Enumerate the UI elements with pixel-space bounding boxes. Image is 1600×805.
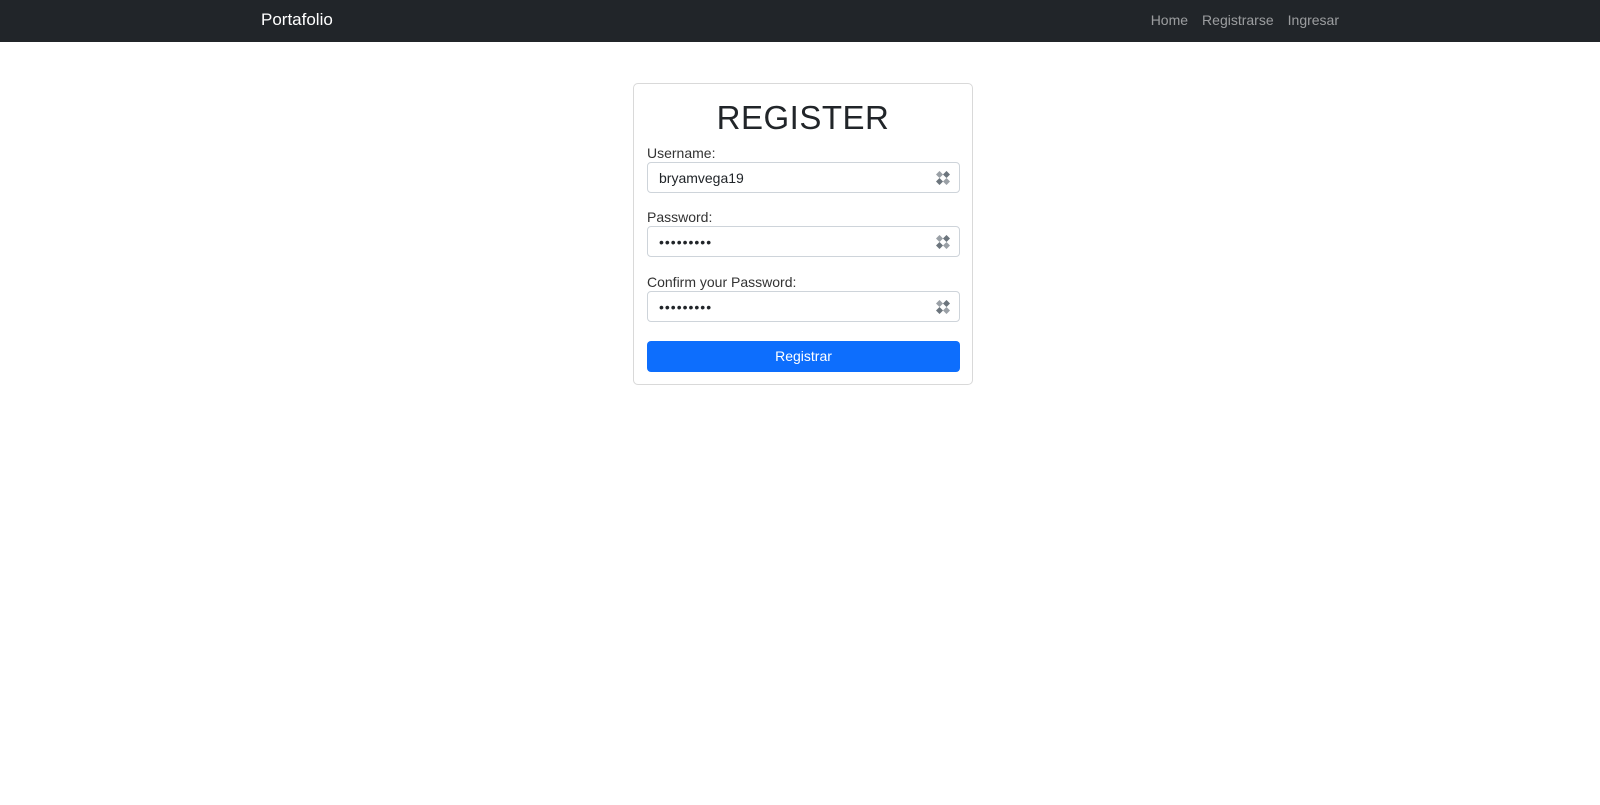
- password-manager-key-icon[interactable]: [936, 171, 950, 185]
- register-submit-button[interactable]: Registrar: [647, 341, 960, 372]
- username-label: Username:: [647, 145, 716, 161]
- password-field-wrapper: [647, 226, 960, 257]
- nav-link-registrarse[interactable]: Registrarse: [1202, 11, 1274, 29]
- username-input[interactable]: [648, 163, 959, 192]
- password-input[interactable]: [648, 227, 959, 256]
- password-manager-key-icon[interactable]: [936, 235, 950, 249]
- confirm-password-label: Confirm your Password:: [647, 274, 797, 290]
- form-title: REGISTER: [716, 99, 890, 136]
- confirm-password-input[interactable]: [648, 292, 959, 321]
- nav-links: Home Registrarse Ingresar: [1151, 11, 1339, 29]
- password-label: Password:: [647, 209, 713, 225]
- brand-link[interactable]: Portafolio: [261, 9, 333, 31]
- nav-link-ingresar[interactable]: Ingresar: [1288, 11, 1339, 29]
- register-card: REGISTER Username: Password: Confirm you…: [633, 83, 973, 385]
- nav-link-home[interactable]: Home: [1151, 11, 1188, 29]
- password-manager-key-icon[interactable]: [936, 300, 950, 314]
- top-navbar: Portafolio Home Registrarse Ingresar: [0, 0, 1600, 42]
- username-field-wrapper: [647, 162, 960, 193]
- confirm-password-field-wrapper: [647, 291, 960, 322]
